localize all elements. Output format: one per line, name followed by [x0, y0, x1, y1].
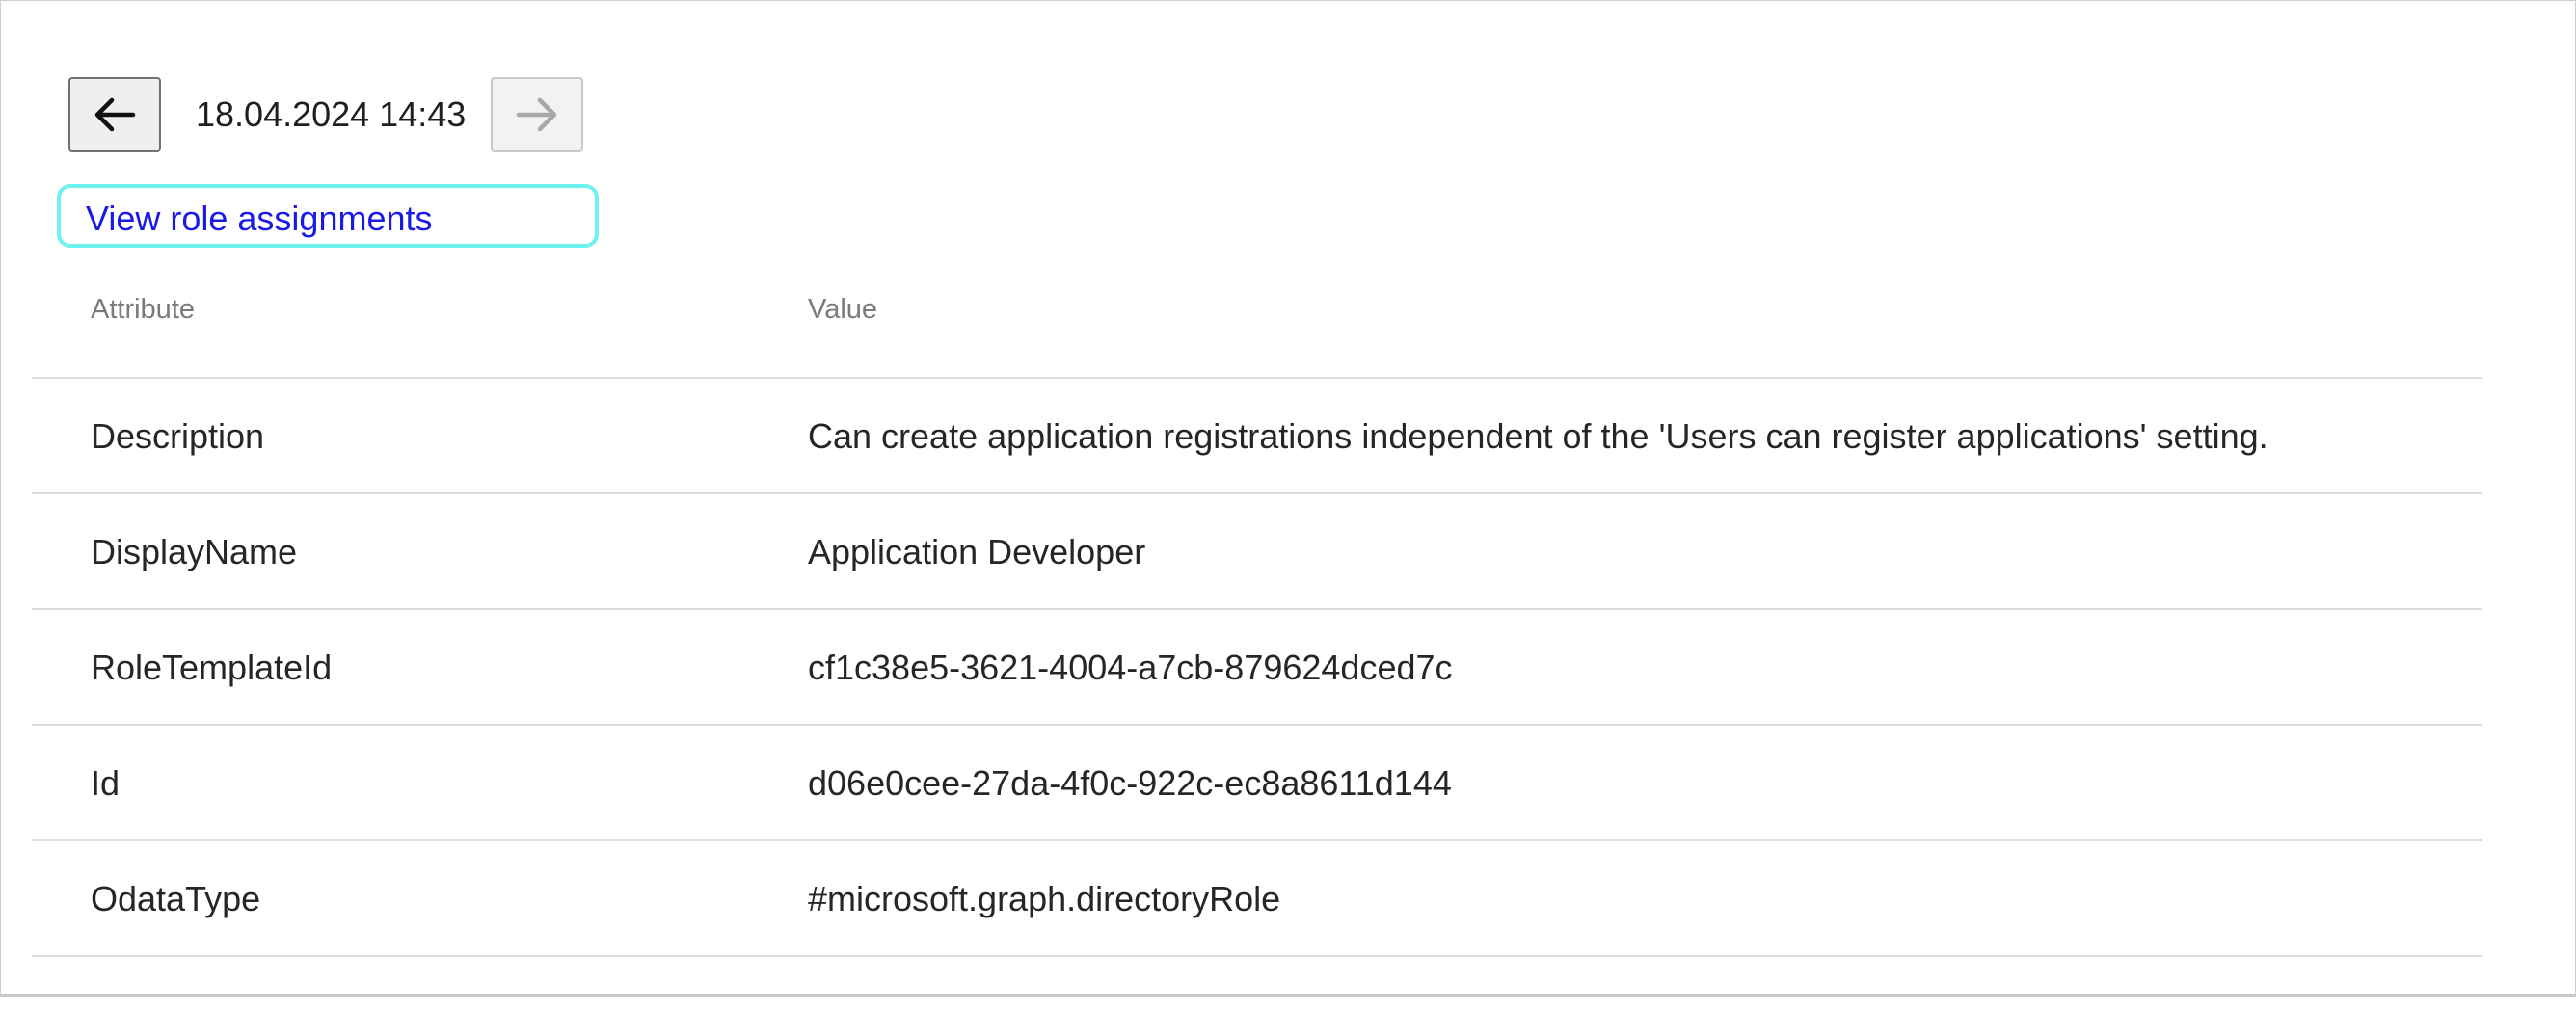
- table-row: OdataType #microsoft.graph.directoryRole: [32, 841, 2482, 957]
- attribute-cell: DisplayName: [91, 532, 298, 571]
- table-row: Id d06e0cee-27da-4f0c-922c-ec8a8611d144: [32, 726, 2482, 841]
- column-header-value: Value: [808, 294, 878, 325]
- arrow-left-icon: [93, 95, 137, 134]
- detail-panel: 18.04.2024 14:43 View role assignments A…: [0, 0, 2576, 997]
- previous-button[interactable]: [68, 77, 161, 152]
- attribute-cell: RoleTemplateId: [91, 648, 333, 687]
- revision-timestamp: 18.04.2024 14:43: [196, 94, 467, 134]
- next-button[interactable]: [491, 77, 583, 152]
- value-cell: Application Developer: [808, 532, 1146, 571]
- arrow-right-icon: [515, 95, 559, 134]
- value-cell: cf1c38e5-3621-4004-a7cb-879624dced7c: [808, 648, 1453, 687]
- value-cell: Can create application registrations ind…: [808, 416, 2268, 456]
- value-cell: d06e0cee-27da-4f0c-922c-ec8a8611d144: [808, 763, 1452, 803]
- table-row: DisplayName Application Developer: [32, 494, 2482, 610]
- table-row: Description Can create application regis…: [32, 379, 2482, 494]
- column-header-attribute: Attribute: [91, 294, 195, 325]
- attribute-cell: Description: [91, 416, 265, 456]
- table-row: RoleTemplateId cf1c38e5-3621-4004-a7cb-8…: [32, 610, 2482, 726]
- attribute-cell: OdataType: [91, 879, 261, 918]
- value-cell: #microsoft.graph.directoryRole: [808, 879, 1281, 918]
- view-role-assignments-link[interactable]: View role assignments: [86, 198, 433, 240]
- attributes-table: Attribute Value Description Can create a…: [32, 271, 2482, 957]
- table-header: Attribute Value: [32, 271, 2482, 379]
- attribute-cell: Id: [91, 763, 121, 803]
